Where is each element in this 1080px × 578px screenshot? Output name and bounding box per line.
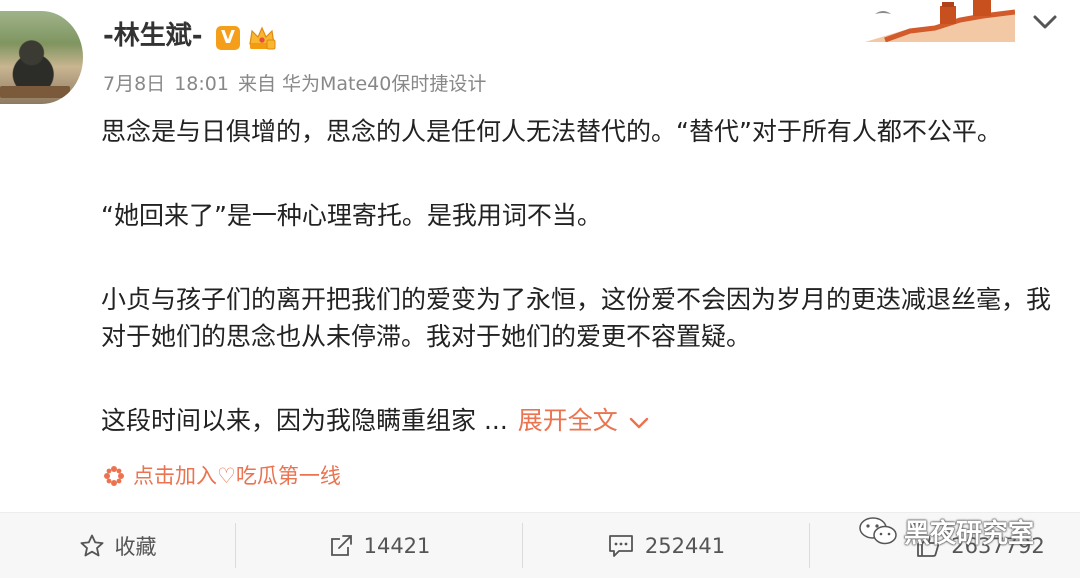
comment-icon [609,534,633,557]
great-wall-decoration [865,0,1016,43]
crown-icon [247,24,277,52]
username[interactable]: -林生斌- [103,18,203,54]
avatar-table-detail [0,86,70,98]
post-paragraph: “她回来了”是一种心理寄托。是我用词不当。 [101,201,602,230]
flower-icon [103,465,125,494]
post-paragraph-truncated: 这段时间以来，因为我隐瞒重组家 ... [101,406,508,435]
post-meta: 7月8日 18:01 来自 华为Mate40保时捷设计 [103,71,495,97]
post-paragraph-last: 这段时间以来，因为我隐瞒重组家 ... 展开全文 [101,402,1061,441]
watermark: 黑夜研究室 [858,515,1035,549]
star-icon [80,534,103,556]
post-time: 18:01 [174,73,229,95]
verified-badge: V [216,26,240,50]
share-icon [330,534,352,556]
chevron-down-icon [628,404,650,441]
comment-button[interactable]: 252441 [523,513,809,578]
post-source: 来自 华为Mate40保时捷设计 [237,73,487,95]
avatar[interactable] [0,11,83,104]
post-date[interactable]: 7月8日 [103,73,165,95]
repost-button[interactable]: 14421 [236,513,522,578]
favorite-button[interactable]: 收藏 [0,513,235,578]
expand-label: 展开全文 [517,406,618,435]
repost-count: 14421 [363,533,431,558]
comment-count: 252441 [644,533,726,558]
post-paragraph: 思念是与日俱增的，思念的人是任何人无法替代的。“替代”对于所有人都不公平。 [101,117,1002,146]
weibo-post-card: -林生斌- V 7月8日 18:01 来自 华为Mate40保时捷设计 思念是与日俱… [0,0,1080,505]
favorite-label: 收藏 [114,534,157,559]
wechat-icon [859,517,897,545]
chevron-down-icon[interactable] [1030,10,1060,34]
post-paragraph: 小贞与孩子们的离开把我们的爱变为了永恒，这份爱不会因为岁月的更迭减退丝毫，我对于… [101,285,1052,351]
post-body: 思念是与日俱增的，思念的人是任何人无法替代的。“替代”对于所有人都不公平。 “她… [101,113,1061,441]
topic-label: 点击加入♡吃瓜第一线 [133,464,341,488]
topic-link[interactable]: 点击加入♡吃瓜第一线 [103,462,341,494]
expand-full-text-link[interactable]: 展开全文 [518,406,650,435]
watermark-text: 黑夜研究室 [904,518,1035,549]
